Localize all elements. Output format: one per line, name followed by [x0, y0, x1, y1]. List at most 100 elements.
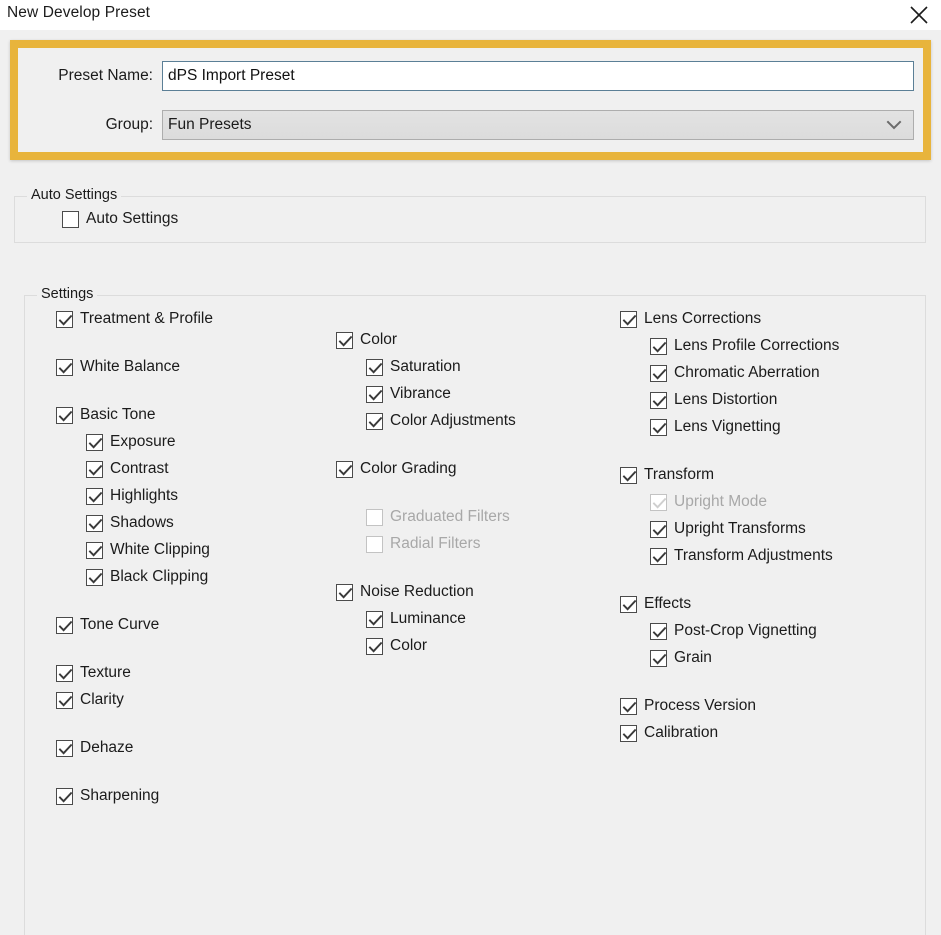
checkbox-lens-vignetting[interactable]: Lens Vignetting: [650, 417, 781, 437]
checkbox-tone-curve[interactable]: Tone Curve: [56, 615, 159, 635]
checkbox-label: Calibration: [644, 723, 718, 743]
checkbox-label: White Clipping: [110, 540, 210, 560]
checkbox-label: Black Clipping: [110, 567, 208, 587]
checkbox-color[interactable]: Color: [336, 330, 397, 350]
checkbox-post-crop-vignetting[interactable]: Post-Crop Vignetting: [650, 621, 817, 641]
checkbox-label: Treatment & Profile: [80, 309, 213, 329]
checkmark-icon: [650, 494, 667, 511]
auto-settings-group-title: Auto Settings: [27, 187, 121, 203]
checkmark-icon: [650, 650, 667, 667]
checkmark-icon: [620, 467, 637, 484]
checkbox-texture[interactable]: Texture: [56, 663, 131, 683]
checkbox-contrast[interactable]: Contrast: [86, 459, 169, 479]
close-icon[interactable]: [897, 0, 941, 30]
checkbox-box-icon: [62, 211, 79, 228]
window-title: New Develop Preset: [7, 1, 150, 25]
checkbox-label: Noise Reduction: [360, 582, 474, 602]
checkbox-lens-corrections[interactable]: Lens Corrections: [620, 309, 761, 329]
checkbox-dehaze[interactable]: Dehaze: [56, 738, 133, 758]
checkbox-label: Color Adjustments: [390, 411, 516, 431]
checkbox-label: Texture: [80, 663, 131, 683]
checkbox-exposure[interactable]: Exposure: [86, 432, 175, 452]
checkmark-icon: [336, 332, 353, 349]
checkbox-noise-reduction[interactable]: Noise Reduction: [336, 582, 474, 602]
checkbox-process-version[interactable]: Process Version: [620, 696, 756, 716]
checkbox-box-icon: [366, 509, 383, 526]
checkbox-label: Auto Settings: [86, 209, 178, 229]
checkmark-icon: [650, 365, 667, 382]
checkmark-icon: [620, 698, 637, 715]
checkbox-label: Dehaze: [80, 738, 133, 758]
checkbox-label: Color: [360, 330, 397, 350]
checkmark-icon: [56, 788, 73, 805]
checkbox-label: Shadows: [110, 513, 174, 533]
checkbox-saturation[interactable]: Saturation: [366, 357, 461, 377]
checkbox-graduated-filters: Graduated Filters: [366, 507, 510, 527]
checkbox-calibration[interactable]: Calibration: [620, 723, 718, 743]
checkbox-label: Clarity: [80, 690, 124, 710]
checkbox-label: Transform: [644, 465, 714, 485]
checkbox-treatment-and-profile[interactable]: Treatment & Profile: [56, 309, 213, 329]
preset-group-select[interactable]: Fun Presets: [162, 110, 914, 140]
checkbox-luminance[interactable]: Luminance: [366, 609, 466, 629]
checkbox-transform[interactable]: Transform: [620, 465, 714, 485]
checkbox-lens-distortion[interactable]: Lens Distortion: [650, 390, 777, 410]
preset-name-row: Preset Name:: [18, 61, 914, 91]
checkbox-effects[interactable]: Effects: [620, 594, 691, 614]
checkbox-label: Luminance: [390, 609, 466, 629]
preset-name-input[interactable]: [162, 61, 914, 91]
checkmark-icon: [56, 359, 73, 376]
checkbox-vibrance[interactable]: Vibrance: [366, 384, 451, 404]
checkbox-label: Color Grading: [360, 459, 457, 479]
settings-group-title: Settings: [37, 286, 97, 302]
checkbox-grain[interactable]: Grain: [650, 648, 712, 668]
checkbox-label: Contrast: [110, 459, 169, 479]
checkbox-auto-settings[interactable]: Auto Settings: [62, 209, 178, 229]
checkbox-label: Process Version: [644, 696, 756, 716]
checkbox-upright-transforms[interactable]: Upright Transforms: [650, 519, 806, 539]
checkbox-label: Upright Transforms: [674, 519, 806, 539]
checkbox-label: Lens Vignetting: [674, 417, 781, 437]
checkmark-icon: [56, 665, 73, 682]
checkbox-white-clipping[interactable]: White Clipping: [86, 540, 210, 560]
checkmark-icon: [620, 596, 637, 613]
preset-group-selected-value: Fun Presets: [168, 116, 885, 134]
checkbox-highlights[interactable]: Highlights: [86, 486, 178, 506]
window-titlebar: New Develop Preset: [0, 0, 941, 30]
checkbox-label: Vibrance: [390, 384, 451, 404]
checkbox-color-adjustments[interactable]: Color Adjustments: [366, 411, 516, 431]
checkbox-chromatic-aberration[interactable]: Chromatic Aberration: [650, 363, 820, 383]
checkmark-icon: [650, 623, 667, 640]
checkmark-icon: [56, 311, 73, 328]
checkbox-radial-filters: Radial Filters: [366, 534, 480, 554]
checkbox-label: Effects: [644, 594, 691, 614]
preset-name-label: Preset Name:: [18, 67, 162, 85]
checkmark-icon: [620, 311, 637, 328]
checkmark-icon: [86, 542, 103, 559]
checkbox-label: Transform Adjustments: [674, 546, 833, 566]
checkmark-icon: [336, 584, 353, 601]
checkmark-icon: [86, 434, 103, 451]
checkbox-clarity[interactable]: Clarity: [56, 690, 124, 710]
checkbox-lens-profile-corrections[interactable]: Lens Profile Corrections: [650, 336, 839, 356]
checkbox-label: Exposure: [110, 432, 175, 452]
checkbox-label: Lens Distortion: [674, 390, 777, 410]
checkbox-white-balance[interactable]: White Balance: [56, 357, 180, 377]
checkbox-label: Highlights: [110, 486, 178, 506]
preset-group-label: Group:: [18, 116, 162, 134]
checkmark-icon: [56, 692, 73, 709]
checkmark-icon: [86, 515, 103, 532]
checkbox-shadows[interactable]: Shadows: [86, 513, 174, 533]
checkbox-black-clipping[interactable]: Black Clipping: [86, 567, 208, 587]
checkbox-label: Radial Filters: [390, 534, 480, 554]
checkbox-label: Sharpening: [80, 786, 159, 806]
checkbox-sharpening[interactable]: Sharpening: [56, 786, 159, 806]
checkbox-color[interactable]: Color: [366, 636, 427, 656]
checkbox-transform-adjustments[interactable]: Transform Adjustments: [650, 546, 833, 566]
checkmark-icon: [366, 386, 383, 403]
checkbox-label: Tone Curve: [80, 615, 159, 635]
checkbox-color-grading[interactable]: Color Grading: [336, 459, 457, 479]
checkbox-box-icon: [366, 536, 383, 553]
checkbox-basic-tone[interactable]: Basic Tone: [56, 405, 156, 425]
checkbox-label: Post-Crop Vignetting: [674, 621, 817, 641]
